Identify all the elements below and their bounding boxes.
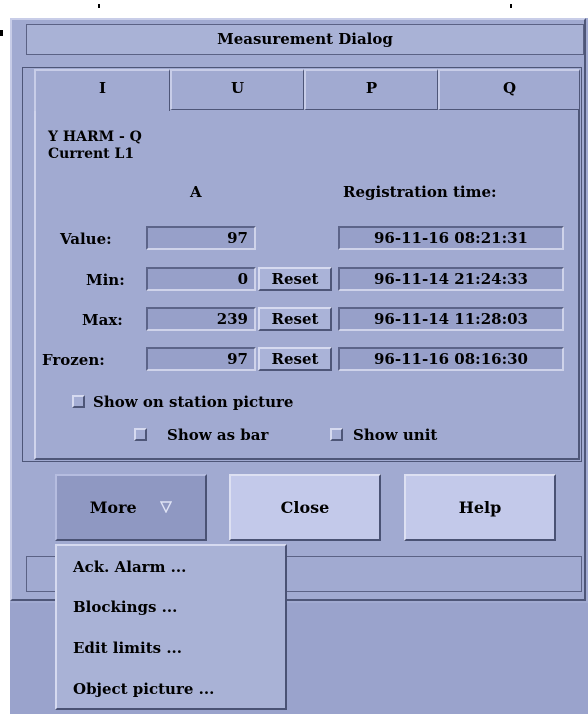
min-field: 0	[146, 267, 256, 291]
tab-label: Q	[502, 79, 517, 97]
menu-item-ack-alarm[interactable]: Ack. Alarm ...	[73, 560, 186, 575]
tab-p[interactable]: P	[304, 69, 438, 110]
min-time-field: 96-11-14 21:24:33	[338, 267, 564, 291]
frozen-time-field: 96-11-16 08:16:30	[338, 347, 564, 371]
object-name: Y HARM - Q	[48, 129, 142, 145]
min-reset-button[interactable]: Reset	[258, 267, 332, 291]
menu-item-blockings[interactable]: Blockings ...	[73, 600, 177, 615]
max-reset-button[interactable]: Reset	[258, 307, 332, 331]
show-station-picture-checkbox[interactable]	[72, 395, 85, 408]
max-field: 239	[146, 307, 256, 331]
close-button[interactable]: Close	[229, 474, 381, 541]
menu-item-object-picture[interactable]: Object picture ...	[73, 682, 214, 697]
dialog-title: Measurement Dialog	[26, 24, 584, 55]
tab-label: U	[230, 79, 245, 97]
registration-header: Registration time:	[343, 183, 497, 201]
max-time-field: 96-11-14 11:28:03	[338, 307, 564, 331]
frozen-field: 97	[146, 347, 256, 371]
show-unit-label: Show unit	[353, 426, 438, 444]
show-as-bar-label: Show as bar	[167, 426, 269, 444]
min-label: Min:	[86, 271, 125, 289]
value-field: 97	[146, 226, 256, 250]
value-time-field: 96-11-16 08:21:31	[338, 226, 564, 250]
tab-q[interactable]: Q	[438, 69, 580, 110]
frozen-label: Frozen:	[42, 351, 105, 369]
edge-mark	[98, 4, 100, 8]
triangle-down-icon	[160, 500, 173, 516]
edge-mark	[0, 30, 3, 36]
edge-mark	[510, 4, 512, 8]
show-unit-checkbox[interactable]	[330, 428, 343, 441]
more-button-label: More	[89, 498, 137, 517]
tab-u[interactable]: U	[170, 69, 304, 110]
more-button[interactable]: More	[55, 474, 207, 541]
max-label: Max:	[82, 311, 123, 329]
value-label: Value:	[60, 230, 112, 248]
tab-label: P	[365, 79, 378, 97]
show-station-picture-label: Show on station picture	[93, 393, 294, 411]
frozen-reset-button[interactable]: Reset	[258, 347, 332, 371]
menu-item-edit-limits[interactable]: Edit limits ...	[73, 641, 182, 656]
unit-header: A	[190, 183, 202, 201]
show-as-bar-checkbox[interactable]	[134, 428, 147, 441]
help-button[interactable]: Help	[404, 474, 556, 541]
tab-label: I	[98, 79, 107, 97]
signal-name: Current L1	[48, 146, 135, 162]
tab-i[interactable]: I	[34, 69, 170, 111]
